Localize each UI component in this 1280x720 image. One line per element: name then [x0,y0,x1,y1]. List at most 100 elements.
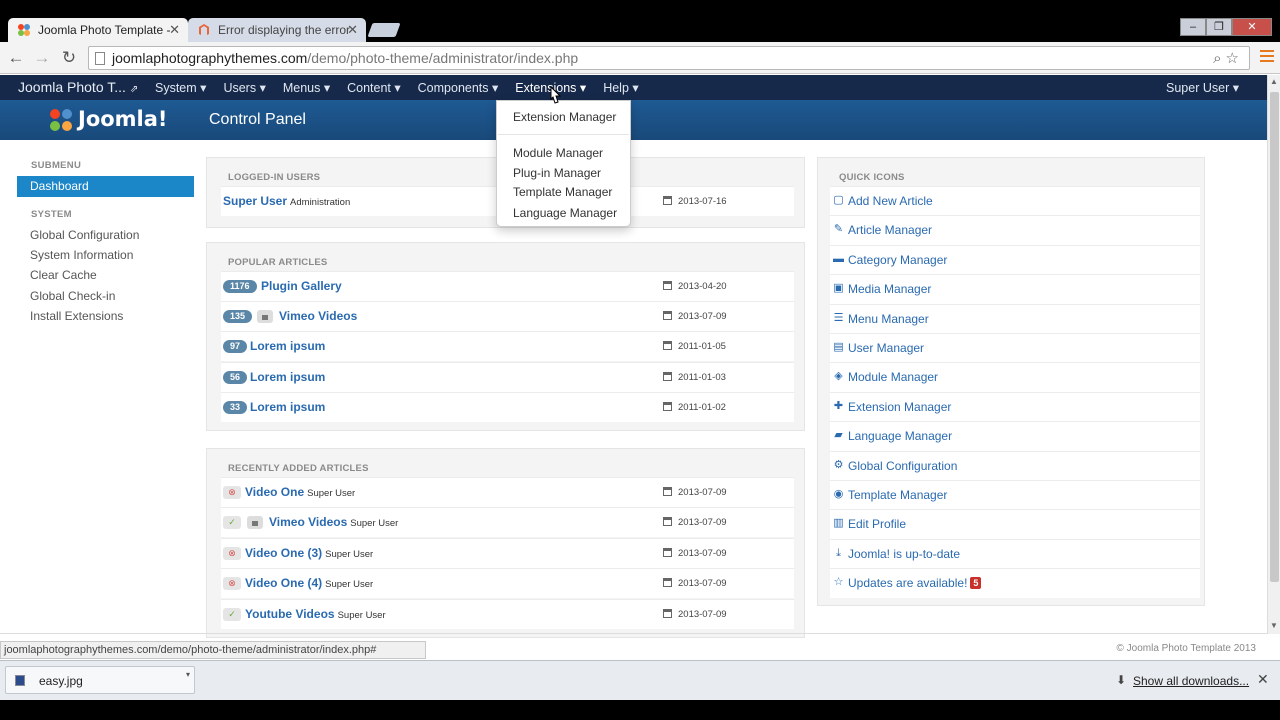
downloads-close-icon[interactable]: ✕ [1257,671,1269,688]
quick-icon-label[interactable]: Updates are available! 5 [848,576,982,590]
list-icon: ☰ [833,311,844,324]
quick-icon-label[interactable]: Edit Profile [848,517,906,531]
published-check-icon[interactable]: ✓ [223,607,241,621]
download-item[interactable]: easy.jpg ▾ [5,666,195,694]
back-arrow-icon[interactable]: ← [6,48,26,68]
quick-icon-label[interactable]: Category Manager [848,253,947,267]
tab-close-icon[interactable]: ✕ [347,18,358,42]
quick-icon-label[interactable]: Article Manager [848,223,932,237]
quick-icon-label[interactable]: Global Configuration [848,459,957,473]
quick-icon-label[interactable]: Template Manager [848,488,947,502]
scroll-up-icon[interactable]: ▲ [1270,77,1278,86]
page-scrollbar[interactable]: ▲ ▼ [1267,75,1280,634]
tab-close-icon[interactable]: ✕ [169,18,180,42]
unpublished-x-icon[interactable]: ⊗ [223,546,241,560]
quick-icon-label[interactable]: User Manager [848,341,924,355]
sidebar-item-global-check-in[interactable]: Global Check-in [17,286,194,306]
article-link[interactable]: Video One (3) Super User [245,546,373,560]
dropdown-divider [498,134,629,135]
article-link[interactable]: Youtube Videos Super User [245,607,386,621]
sidebar-item-dashboard[interactable]: Dashboard [17,176,194,197]
sidebar-item-global-configuration[interactable]: Global Configuration [17,225,194,245]
quick-icon-label[interactable]: Menu Manager [848,312,929,326]
sidebar-item-system-information[interactable]: System Information [17,245,194,265]
dropdown-item-template-manager[interactable]: Template Manager [513,185,612,199]
article-link[interactable]: Lorem ipsum [250,370,325,384]
site-brand-link[interactable]: Joomla Photo T... ⇗ [18,79,138,95]
reload-icon[interactable]: ↻ [59,48,79,68]
search-icon[interactable]: ⌕ [1213,50,1225,67]
quick-icon-label[interactable]: Extension Manager [848,400,951,414]
bookmark-star-icon[interactable]: ☆ [1226,50,1243,67]
calendar-icon [663,281,672,290]
menu-content[interactable]: Content ▾ [347,80,401,95]
quick-icon-item[interactable]: ▣ Media Manager [830,274,1200,304]
quick-icon-label[interactable]: Module Manager [848,370,938,384]
quick-icon-item[interactable]: ✚ Extension Manager [830,391,1200,422]
dropdown-item-plugin-manager[interactable]: Plug-in Manager [513,166,601,180]
dropdown-item-module-manager[interactable]: Module Manager [513,146,603,160]
quick-icon-label[interactable]: Media Manager [848,282,931,296]
published-check-icon[interactable]: ✓ [223,516,241,530]
quick-icon-label[interactable]: Joomla! is up-to-date [848,547,960,561]
article-link[interactable]: Plugin Gallery [261,279,342,293]
eye-icon: ◉ [833,488,844,500]
sidebar-system-header: SYSTEM [31,209,72,220]
maximize-button[interactable]: ❐ [1206,18,1232,36]
article-link[interactable]: Video One Super User [245,485,355,499]
quick-icon-item[interactable]: ◈ Module Manager [830,362,1200,392]
browser-menu-icon[interactable] [1260,50,1274,64]
menu-help[interactable]: Help ▾ [603,80,638,95]
menu-menus[interactable]: Menus ▾ [283,80,330,95]
window-close-button[interactable]: ✕ [1232,18,1272,36]
menu-system[interactable]: System ▾ [155,80,206,95]
dropdown-item-language-manager[interactable]: Language Manager [513,206,617,220]
quick-icon-item[interactable]: ☰ Menu Manager [830,303,1200,333]
table-row: ✓ Vimeo Videos Super User 2013-07-09 [221,507,794,538]
row-date: 2013-04-20 [663,281,727,292]
article-link[interactable]: Vimeo Videos [279,309,357,323]
image-file-icon [15,675,25,686]
unpublished-x-icon[interactable]: ⊗ [223,486,241,499]
new-tab-button[interactable] [367,23,401,37]
quick-icon-item[interactable]: ☆ Updates are available! 5 [830,568,1200,598]
user-menu[interactable]: Super User ▾ [1166,80,1239,95]
quick-icon-item[interactable]: ▥ Edit Profile [830,509,1200,539]
menu-users[interactable]: Users ▾ [223,80,265,95]
unpublished-x-icon[interactable]: ⊗ [223,577,241,591]
browser-tab-active[interactable]: Joomla Photo Template - ✕ [8,18,188,42]
article-link[interactable]: Lorem ipsum [250,339,325,353]
table-row: ⊗ Video One (3) Super User 2013-07-09 [221,537,794,568]
scroll-down-icon[interactable]: ▼ [1270,621,1278,630]
quick-icon-item[interactable]: ⚙ Global Configuration [830,450,1200,480]
quick-icon-item[interactable]: ◉ Template Manager [830,480,1200,510]
user-link[interactable]: Super User Administration [223,194,350,208]
minimize-button[interactable]: – [1180,18,1206,36]
quick-icon-item[interactable]: ▢ Add New Article [830,186,1200,216]
url-text[interactable]: joomlaphotographythemes.com/demo/photo-t… [112,50,578,66]
show-all-downloads-link[interactable]: Show all downloads... [1133,674,1249,688]
download-options-chevron-icon[interactable]: ▾ [186,670,190,679]
sidebar-item-install-extensions[interactable]: Install Extensions [17,306,194,326]
browser-toolbar: ← → ↻ joomlaphotographythemes.com/demo/p… [0,42,1280,74]
menu-components[interactable]: Components ▾ [418,80,499,95]
quick-icon-item[interactable]: ✎ Article Manager [830,215,1200,245]
calendar-icon [663,311,672,321]
sidebar-item-clear-cache[interactable]: Clear Cache [17,265,194,285]
article-link[interactable]: Vimeo Videos Super User [269,515,398,529]
quick-icon-item[interactable]: ▬ Category Manager [830,244,1200,275]
user-icon: ▤ [833,341,844,353]
dropdown-item-extension-manager[interactable]: Extension Manager [513,110,616,124]
quick-icon-label[interactable]: Language Manager [848,429,952,443]
article-link[interactable]: Video One (4) Super User [245,576,373,590]
article-link[interactable]: Lorem ipsum [250,400,325,414]
quick-icon-item[interactable]: ▰ Language Manager [830,421,1200,451]
forward-arrow-icon[interactable]: → [32,48,52,68]
browser-tab-inactive[interactable]: Error displaying the error ✕ [188,18,366,42]
scrollbar-thumb[interactable] [1270,92,1279,582]
mouse-cursor-icon [550,86,562,104]
quick-icon-label[interactable]: Add New Article [848,194,933,208]
quick-icon-item[interactable]: ▤ User Manager [830,333,1200,363]
address-bar[interactable]: joomlaphotographythemes.com/demo/photo-t… [88,46,1250,70]
quick-icon-item[interactable]: ⤓ Joomla! is up-to-date [830,538,1200,569]
